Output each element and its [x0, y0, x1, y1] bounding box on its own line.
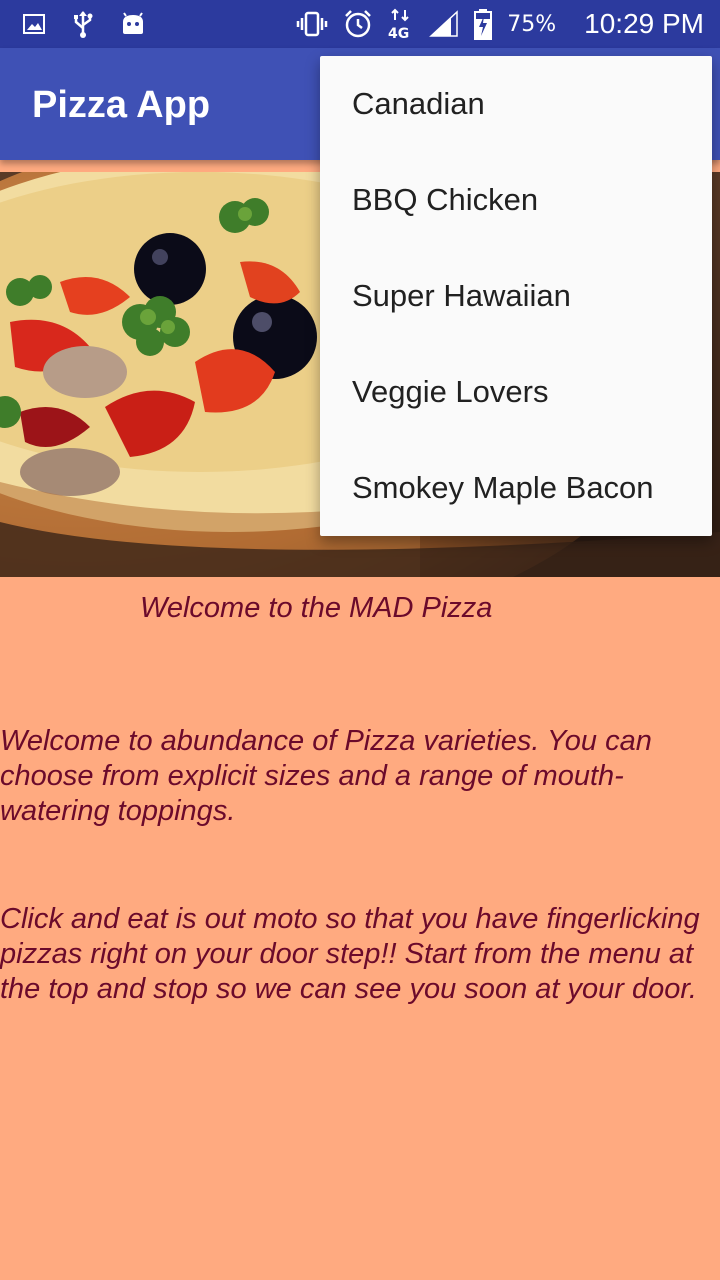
usb-icon [72, 10, 94, 38]
menu-item-canadian[interactable]: Canadian [320, 56, 712, 152]
image-icon [22, 12, 46, 36]
svg-text:4G: 4G [388, 26, 409, 40]
app-title: Pizza App [32, 84, 211, 126]
battery-percent: 75% [507, 11, 557, 37]
network-4g-icon: 4G [387, 8, 415, 40]
menu-item-smokey-maple-bacon[interactable]: Smokey Maple Bacon [320, 440, 712, 536]
menu-item-veggie-lovers[interactable]: Veggie Lovers [320, 344, 712, 440]
status-bar-left-icons [22, 10, 146, 38]
welcome-heading: Welcome to the MAD Pizza [140, 592, 493, 624]
intro-paragraph: Welcome to abundance of Pizza varieties.… [0, 725, 652, 827]
delivery-paragraph: Click and eat is out moto so that you ha… [0, 903, 700, 1005]
menu-item-bbq-chicken[interactable]: BBQ Chicken [320, 152, 712, 248]
android-icon [120, 12, 146, 36]
status-bar-right-icons: 4G 75% 10:29 PM [295, 6, 704, 42]
battery-charging-icon [473, 8, 493, 40]
clock: 10:29 PM [584, 8, 704, 39]
vibrate-icon [295, 10, 329, 38]
pizza-menu-dropdown: Canadian BBQ Chicken Super Hawaiian Vegg… [320, 56, 712, 536]
status-bar: 4G 75% 10:29 PM [0, 0, 720, 48]
menu-item-super-hawaiian[interactable]: Super Hawaiian [320, 248, 712, 344]
signal-icon [429, 10, 459, 38]
alarm-icon [343, 9, 373, 39]
